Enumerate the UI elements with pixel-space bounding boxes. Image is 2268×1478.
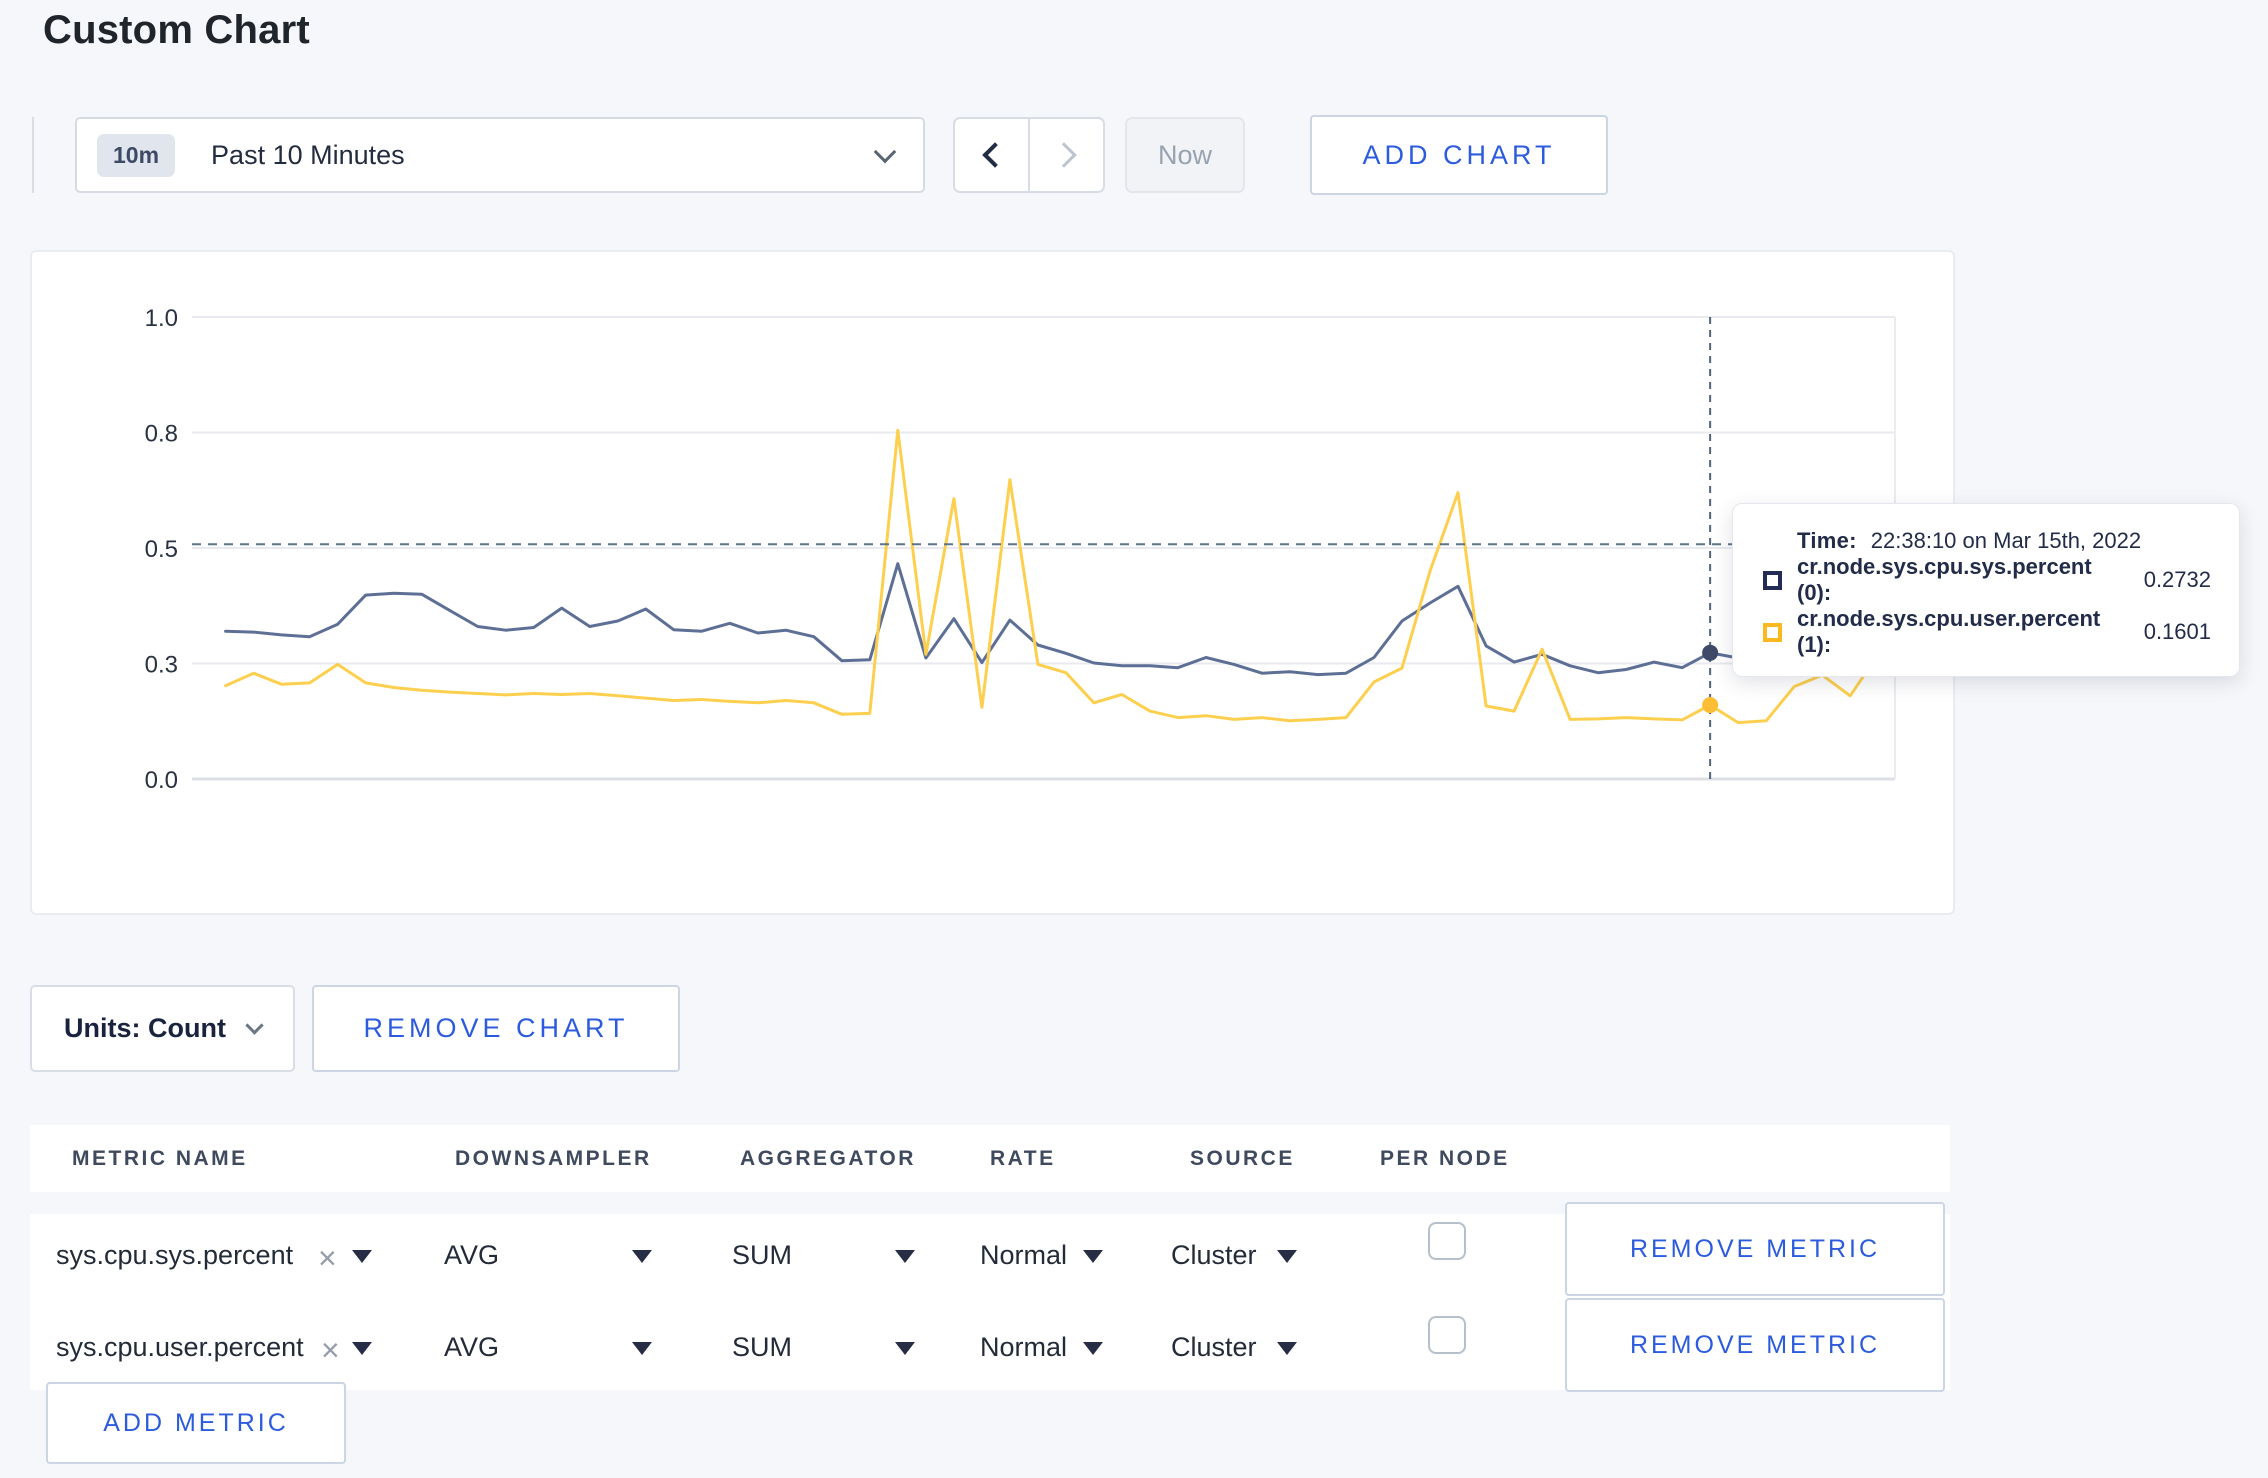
downsampler-caret-icon[interactable] <box>632 1250 652 1263</box>
aggregator-select[interactable]: SUM <box>732 1240 792 1271</box>
downsampler-select[interactable]: AVG <box>444 1240 499 1271</box>
downsampler-caret-icon[interactable] <box>632 1342 652 1355</box>
page-title: Custom Chart <box>43 8 310 52</box>
next-range-button[interactable] <box>1030 119 1103 191</box>
clear-metric-icon[interactable]: × <box>321 1334 340 1366</box>
remove-metric-button[interactable]: REMOVE METRIC <box>1565 1202 1945 1296</box>
col-header-downsampler: DOWNSAMPLER <box>455 1147 652 1170</box>
chart-hover-tooltip: Time: 22:38:10 on Mar 15th, 2022 cr.node… <box>1732 503 2240 677</box>
chevron-left-icon <box>981 142 1008 168</box>
per-node-checkbox[interactable] <box>1428 1316 1466 1354</box>
series-sys-swatch-icon <box>1763 570 1782 590</box>
source-select[interactable]: Cluster <box>1171 1332 1257 1363</box>
rate-caret-icon[interactable] <box>1083 1250 1103 1263</box>
source-caret-icon[interactable] <box>1277 1342 1297 1355</box>
svg-text:0.8: 0.8 <box>145 421 178 448</box>
add-metric-button[interactable]: ADD METRIC <box>46 1382 346 1464</box>
col-header-per-node: PER NODE <box>1380 1147 1510 1170</box>
toolbar-left-divider <box>32 117 34 193</box>
svg-text:0.3: 0.3 <box>145 652 178 679</box>
add-chart-button[interactable]: ADD CHART <box>1310 115 1608 195</box>
time-range-select[interactable]: 10m Past 10 Minutes <box>75 117 925 193</box>
svg-text:0.0: 0.0 <box>145 767 178 794</box>
units-select[interactable]: Units: Count <box>30 985 295 1072</box>
col-header-rate: RATE <box>990 1147 1056 1170</box>
chevron-down-icon <box>873 140 897 164</box>
now-button[interactable]: Now <box>1125 117 1245 193</box>
tooltip-time-label: Time: <box>1797 528 1857 553</box>
tooltip-series-name: cr.node.sys.cpu.sys.percent (0): <box>1797 554 2092 605</box>
svg-text:0.5: 0.5 <box>145 536 178 563</box>
rate-caret-icon[interactable] <box>1083 1342 1103 1355</box>
tooltip-series-value: 0.2732 <box>2143 567 2211 592</box>
metric-dropdown-caret-icon[interactable] <box>352 1250 372 1263</box>
source-caret-icon[interactable] <box>1277 1250 1297 1263</box>
metric-dropdown-caret-icon[interactable] <box>352 1342 372 1355</box>
tooltip-series-name: cr.node.sys.cpu.user.percent (1): <box>1797 606 2101 657</box>
cpu-line-chart[interactable]: 0.00.30.50.81.022:3022:3122:3222:3322:34… <box>32 252 1953 913</box>
aggregator-caret-icon[interactable] <box>895 1342 915 1355</box>
aggregator-caret-icon[interactable] <box>895 1250 915 1263</box>
tooltip-time-value: 22:38:10 on Mar 15th, 2022 <box>1870 528 2142 553</box>
tooltip-series-value: 0.1601 <box>2143 619 2211 644</box>
chart-card: 0.00.30.50.81.022:3022:3122:3222:3322:34… <box>30 250 1955 915</box>
svg-text:1.0: 1.0 <box>145 305 178 332</box>
time-range-badge: 10m <box>97 133 176 177</box>
source-select[interactable]: Cluster <box>1171 1240 1257 1271</box>
metric-name-value[interactable]: sys.cpu.sys.percent <box>56 1240 293 1271</box>
prev-range-button[interactable] <box>955 119 1030 191</box>
remove-metric-button[interactable]: REMOVE METRIC <box>1565 1298 1945 1392</box>
chevron-down-icon <box>245 1016 264 1035</box>
series-user-swatch-icon <box>1763 622 1782 642</box>
units-label: Units: Count <box>64 1013 226 1043</box>
rate-select[interactable]: Normal <box>980 1240 1067 1271</box>
aggregator-select[interactable]: SUM <box>732 1332 792 1363</box>
time-pager <box>953 117 1105 193</box>
chevron-right-icon <box>1050 142 1077 168</box>
remove-chart-button[interactable]: REMOVE CHART <box>312 985 680 1072</box>
per-node-checkbox[interactable] <box>1428 1222 1466 1260</box>
time-range-label: Past 10 Minutes <box>211 139 405 170</box>
col-header-aggregator: AGGREGATOR <box>740 1147 916 1170</box>
clear-metric-icon[interactable]: × <box>318 1242 337 1274</box>
col-header-metric-name: METRIC NAME <box>72 1147 248 1170</box>
col-header-source: SOURCE <box>1190 1147 1295 1170</box>
rate-select[interactable]: Normal <box>980 1332 1067 1363</box>
metric-name-value[interactable]: sys.cpu.user.percent <box>56 1332 304 1363</box>
downsampler-select[interactable]: AVG <box>444 1332 499 1363</box>
